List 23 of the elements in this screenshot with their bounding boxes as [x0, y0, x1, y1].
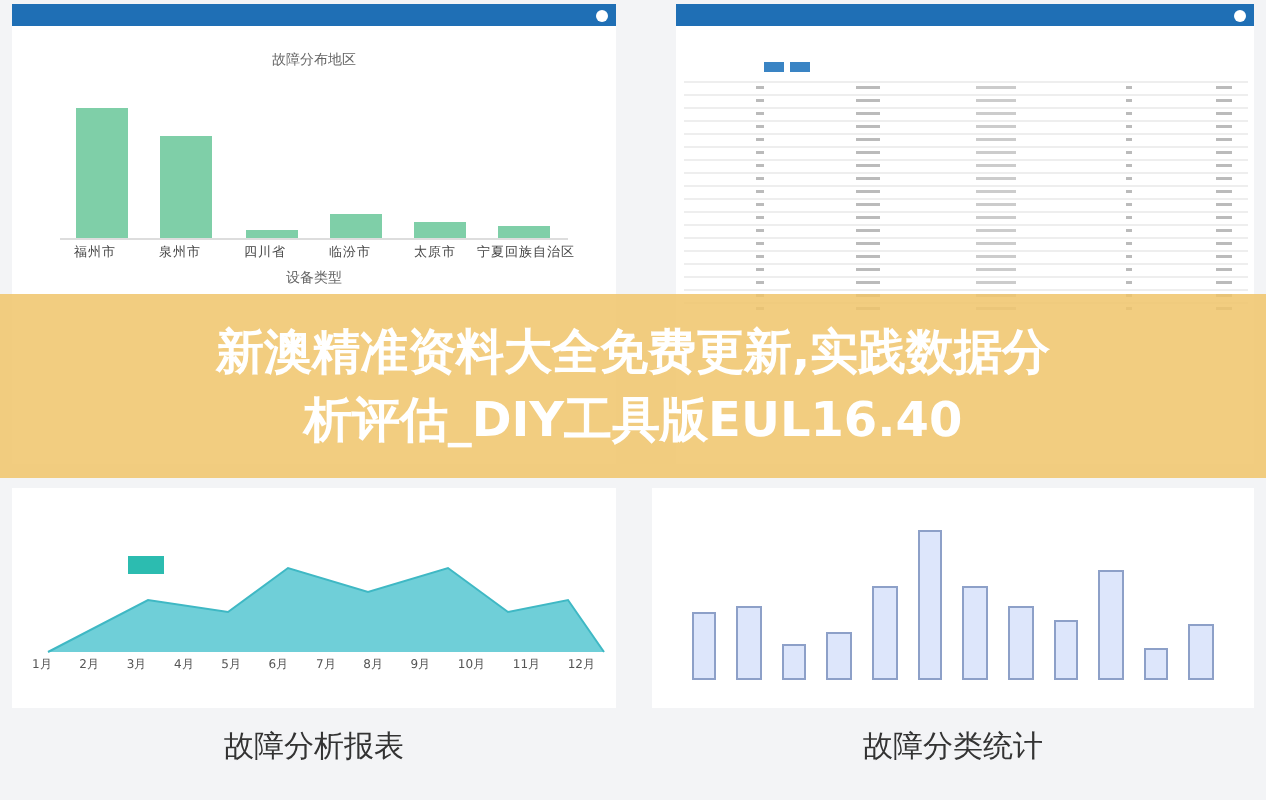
- chart-bar: [245, 229, 298, 237]
- chart-caption: 故障分析报表: [223, 726, 404, 768]
- chart-bar: [781, 644, 807, 680]
- chart-bar: [160, 135, 213, 237]
- chart-bar: [872, 585, 898, 680]
- chart-bar: [826, 632, 852, 680]
- toggle-icon[interactable]: [1234, 9, 1246, 21]
- chart-bar: [691, 612, 717, 680]
- chart-bar: [76, 107, 129, 237]
- banner-text: 析评估_DIY工具版EUL16.40: [303, 390, 963, 452]
- chart-bar: [1053, 620, 1079, 680]
- toggle-icon[interactable]: [595, 9, 607, 21]
- chart-bar: [1143, 647, 1169, 680]
- chart-bar: [414, 221, 467, 237]
- chart-bar: [329, 214, 382, 237]
- chart-bar: [962, 585, 988, 680]
- chart-bar: [1098, 569, 1124, 680]
- chart-bar: [498, 225, 551, 237]
- banner-text: 新澳精准资料大全免费更新,实践数据分: [215, 322, 1051, 384]
- chart-bar: [1007, 605, 1033, 680]
- chart-bar: [736, 605, 762, 680]
- chart-caption: 故障分类统计: [862, 726, 1043, 768]
- chart-bar: [1188, 624, 1214, 680]
